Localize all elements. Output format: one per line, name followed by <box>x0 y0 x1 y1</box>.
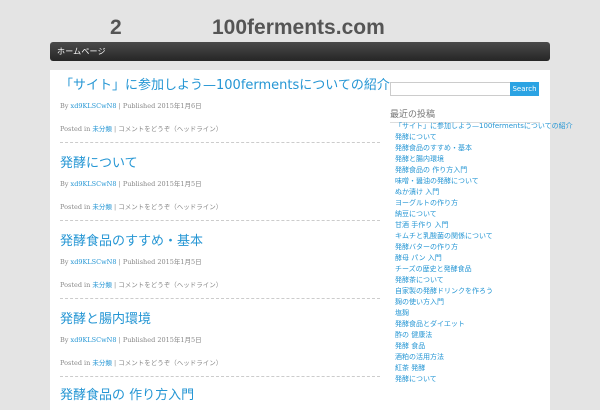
recent-post-link[interactable]: 味噌・醤油の発酵について <box>395 176 545 187</box>
post-author-link[interactable]: xd9KLSCwN8 <box>71 258 117 266</box>
post-meta: By xd9KLSCwN8 | Published 2015年1月5日 <box>60 178 380 188</box>
post-footer: Posted in 未分類 | コメントをどうぞ（ヘッドライン） <box>60 123 380 133</box>
meta-by: By <box>60 102 69 110</box>
posted-in-label: Posted in <box>60 281 91 289</box>
category-link[interactable]: 未分類 <box>92 281 112 289</box>
recent-posts-list: 「サイト」に参加しよう—100fermentsについての紹介 発酵について 発酵食品… <box>395 121 573 385</box>
post: 発酵と腸内環境 By xd9KLSCwN8 | Published 2015年1… <box>60 312 380 367</box>
comments-link[interactable]: | コメントをどうぞ（ヘッドライン） <box>114 281 222 289</box>
posted-in-label: Posted in <box>60 125 91 133</box>
posted-in-label: Posted in <box>60 359 91 367</box>
post-meta: By xd9KLSCwN8 | Published 2015年1月5日 <box>60 334 380 344</box>
post-separator <box>60 142 380 143</box>
post: 「サイト」に参加しよう—100fermentsについての紹介 By xd9KLS… <box>60 78 390 133</box>
recent-post-link[interactable]: 甘酒 手作り 入門 <box>395 220 545 231</box>
category-link[interactable]: 未分類 <box>92 203 112 211</box>
post-footer: Posted in 未分類 | コメントをどうぞ（ヘッドライン） <box>60 279 380 289</box>
recent-post-link[interactable]: 酵母 パン 入門 <box>395 253 545 264</box>
post-separator <box>60 220 380 221</box>
meta-published: | Published <box>118 336 156 344</box>
post-separator <box>60 376 380 377</box>
post-meta: By xd9KLSCwN8 | Published 2015年1月6日 <box>60 100 380 110</box>
recent-post-link[interactable]: 塩麹 <box>395 308 545 319</box>
meta-by: By <box>60 336 69 344</box>
post-footer: Posted in 未分類 | コメントをどうぞ（ヘッドライン） <box>60 201 380 211</box>
recent-post-link[interactable]: 発酵バターの作り方 <box>395 242 545 253</box>
post-author-link[interactable]: xd9KLSCwN8 <box>71 336 117 344</box>
post-date: 2015年1月5日 <box>157 336 202 344</box>
post-title[interactable]: 発酵食品のすすめ・基本 <box>60 234 380 250</box>
nav-item-home[interactable]: ホームページ <box>57 46 106 57</box>
meta-by: By <box>60 258 69 266</box>
main-navbar: ホームページ <box>50 42 550 61</box>
recent-post-link[interactable]: ぬか漬け 入門 <box>395 187 545 198</box>
posted-in-label: Posted in <box>60 203 91 211</box>
post: 発酵について By xd9KLSCwN8 | Published 2015年1月… <box>60 156 380 211</box>
category-link[interactable]: 未分類 <box>92 359 112 367</box>
recent-post-link[interactable]: 「サイト」に参加しよう—100fermentsについての紹介 <box>395 121 573 132</box>
post-author-link[interactable]: xd9KLSCwN8 <box>71 102 117 110</box>
recent-post-link[interactable]: 発酵と腸内環境 <box>395 154 545 165</box>
recent-post-link[interactable]: 発酵について <box>395 374 545 385</box>
meta-published: | Published <box>118 258 156 266</box>
post-author-link[interactable]: xd9KLSCwN8 <box>71 180 117 188</box>
recent-post-link[interactable]: 酢の 健康法 <box>395 330 545 341</box>
comments-link[interactable]: | コメントをどうぞ（ヘッドライン） <box>114 203 222 211</box>
post-title[interactable]: 発酵について <box>60 156 380 172</box>
post-title[interactable]: 発酵食品の 作り方入門 <box>60 388 380 404</box>
recent-post-link[interactable]: 発酵茶について <box>395 275 545 286</box>
recent-post-link[interactable]: 紅茶 発酵 <box>395 363 545 374</box>
post-separator <box>60 298 380 299</box>
post: 発酵食品の 作り方入門 <box>60 388 380 404</box>
meta-published: | Published <box>118 180 156 188</box>
recent-post-link[interactable]: 発酵について <box>395 132 545 143</box>
recent-post-link[interactable]: 酒粕の活用方法 <box>395 352 545 363</box>
category-link[interactable]: 未分類 <box>92 125 112 133</box>
post-title[interactable]: 「サイト」に参加しよう—100fermentsについての紹介 <box>60 78 390 94</box>
recent-post-link[interactable]: 発酵食品とダイエット <box>395 319 545 330</box>
recent-post-link[interactable]: 発酵 食品 <box>395 341 545 352</box>
recent-post-link[interactable]: 自家製の発酵ドリンクを作ろう <box>395 286 545 297</box>
post-date: 2015年1月5日 <box>157 180 202 188</box>
post-date: 2015年1月5日 <box>157 258 202 266</box>
post: 発酵食品のすすめ・基本 By xd9KLSCwN8 | Published 20… <box>60 234 380 289</box>
meta-by: By <box>60 180 69 188</box>
recent-post-link[interactable]: 納豆について <box>395 209 545 220</box>
search-button[interactable]: Search <box>510 82 539 96</box>
recent-post-link[interactable]: 発酵食品のすすめ・基本 <box>395 143 545 154</box>
recent-post-link[interactable]: 麹の使い方入門 <box>395 297 545 308</box>
recent-post-link[interactable]: キムチと乳酸菌の関係について <box>395 231 545 242</box>
comments-link[interactable]: | コメントをどうぞ（ヘッドライン） <box>114 359 222 367</box>
post-meta: By xd9KLSCwN8 | Published 2015年1月5日 <box>60 256 380 266</box>
recent-post-link[interactable]: チーズの歴史と発酵食品 <box>395 264 545 275</box>
post-footer: Posted in 未分類 | コメントをどうぞ（ヘッドライン） <box>60 357 380 367</box>
meta-published: | Published <box>118 102 156 110</box>
post-date: 2015年1月6日 <box>157 102 202 110</box>
recent-post-link[interactable]: 発酵食品の 作り方入門 <box>395 165 545 176</box>
search-input[interactable] <box>390 82 512 96</box>
post-title[interactable]: 発酵と腸内環境 <box>60 312 380 328</box>
site-title-number: 2 <box>110 16 122 39</box>
site-title-name[interactable]: 100ferments.com <box>212 16 385 40</box>
recent-post-link[interactable]: ヨーグルトの作り方 <box>395 198 545 209</box>
comments-link[interactable]: | コメントをどうぞ（ヘッドライン） <box>114 125 222 133</box>
content-area: 「サイト」に参加しよう—100fermentsについての紹介 By xd9KLS… <box>50 70 573 410</box>
